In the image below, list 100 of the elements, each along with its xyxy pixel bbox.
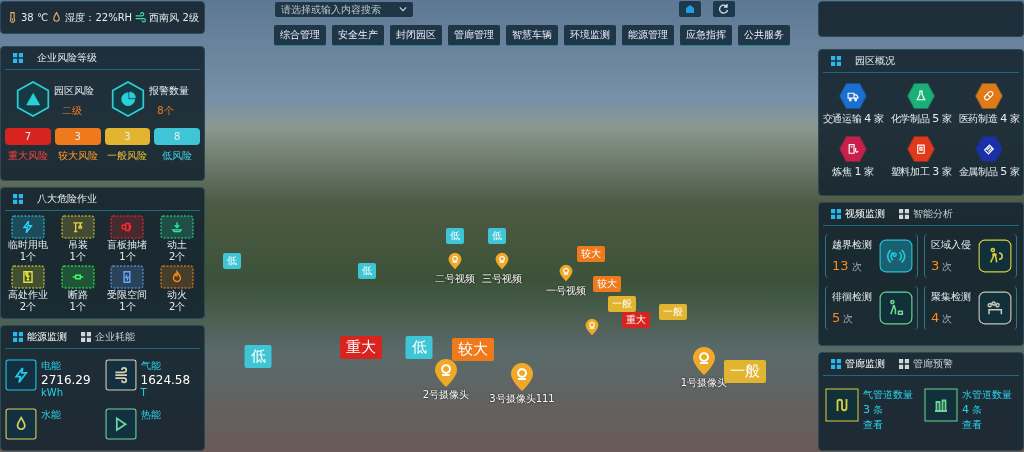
stat-label: 园区风险 (53, 84, 94, 99)
nav-button[interactable]: 安全生产 (331, 25, 384, 46)
earth-work-icon[interactable] (160, 214, 195, 239)
refresh-icon[interactable] (713, 1, 735, 17)
road-work-icon[interactable] (60, 264, 95, 289)
camera-label: 3号摄像头111 (489, 392, 555, 406)
energy-unit: T (140, 387, 148, 398)
camera-pin-icon[interactable] (495, 252, 509, 270)
panel-tab[interactable]: 能源监测 (13, 330, 67, 344)
weather-text: 西南风 2级 (149, 10, 199, 25)
camera-label: 三号视频 (482, 272, 522, 286)
grid-icon (899, 209, 909, 219)
nav-button[interactable]: 封闭园区 (389, 25, 442, 46)
crane-work-icon[interactable] (60, 214, 95, 239)
height-work-icon[interactable] (10, 264, 45, 289)
nav-button[interactable]: 管廊管理 (447, 25, 500, 46)
medicine-industry-icon (975, 83, 1003, 109)
pipe-label: 气管道数量 (863, 388, 913, 402)
risk-level-tag[interactable]: 重大 (622, 312, 650, 328)
stat-value: 二级 (60, 104, 83, 119)
hazard-label: 盲板抽堵 (107, 238, 148, 251)
industry-count: 金属制品 5 家 (958, 165, 1020, 179)
nav-button[interactable]: 能源管理 (621, 25, 674, 46)
view-link[interactable]: 查看 (863, 418, 913, 432)
fire-work-icon[interactable] (160, 264, 195, 289)
camera-pin-icon[interactable] (434, 358, 458, 388)
weather-text: 湿度：22%RH (65, 10, 133, 25)
risk-count-badge: 8 (154, 128, 200, 146)
detection-count: 3 次 (931, 258, 954, 274)
grid-icon (831, 209, 841, 219)
pipe-label: 水管道数量 (962, 388, 1012, 402)
electric-energy-icon (5, 359, 37, 391)
wind-icon (134, 11, 148, 25)
water-energy-icon (5, 408, 37, 440)
hazard-count: 1个 (69, 250, 86, 263)
hazard-count: 1个 (119, 300, 136, 313)
building-button-icon[interactable] (679, 1, 701, 17)
camera-pin-icon[interactable] (585, 318, 599, 336)
gas-energy-icon (104, 359, 137, 391)
nav-button[interactable]: 综合管理 (273, 25, 326, 46)
metal-industry-icon (975, 136, 1003, 162)
energy-value: 2716.29 (41, 373, 91, 387)
camera-label: 二号视频 (435, 272, 475, 286)
risk-level-label: 一般风险 (107, 149, 148, 164)
camera-pin-icon[interactable] (448, 252, 462, 270)
confined-work-icon[interactable] (110, 264, 145, 289)
industry-count: 塑料加工 3 家 (890, 165, 952, 179)
power-work-icon[interactable] (10, 214, 45, 239)
intrusion-detection-icon (978, 239, 1012, 273)
panel-tab[interactable]: 管廊监测 (831, 357, 885, 371)
hazard-count: 1个 (119, 250, 136, 263)
stat-value: 8个 (156, 104, 175, 119)
detection-label: 区域入侵 (931, 238, 971, 252)
energy-value: 1624.58 (140, 373, 191, 387)
grid-icon (899, 359, 909, 369)
camera-pin-icon[interactable] (559, 264, 573, 282)
camera-label: 一号视频 (546, 284, 586, 298)
industry-count: 医药制造 4 家 (958, 112, 1020, 126)
panel-tab[interactable]: 视频监测 (831, 207, 885, 221)
camera-label: 2号摄像头 (422, 388, 470, 402)
camera-pin-icon[interactable] (692, 346, 716, 376)
risk-count-badge: 7 (5, 128, 51, 146)
hazard-label: 高处作业 (7, 288, 48, 301)
nav-button[interactable]: 应急指挥 (679, 25, 732, 46)
risk-level-label: 重大风险 (7, 149, 48, 164)
energy-label: 热能 (140, 408, 161, 422)
hazard-label: 吊装 (67, 238, 88, 251)
blind-work-icon[interactable] (110, 214, 145, 239)
energy-label: 气能 (140, 359, 162, 373)
industry-count: 化学制品 5 家 (890, 112, 952, 126)
weather-text: 38 ℃ (21, 12, 49, 24)
pipe-count: 4 条 (962, 403, 984, 417)
nav-button[interactable]: 公共服务 (737, 25, 790, 46)
panel-tab[interactable]: 管廊预警 (899, 357, 953, 371)
hazard-count: 2个 (19, 300, 37, 313)
risk-count-badge: 3 (54, 128, 101, 146)
hazard-count: 2个 (168, 250, 186, 263)
hazard-label: 动火 (167, 288, 188, 301)
hazard-label: 动土 (167, 238, 188, 251)
nav-button[interactable]: 环境监测 (563, 25, 616, 46)
view-link[interactable]: 查看 (962, 418, 1012, 432)
panel-title: 八大危险作业 (37, 191, 97, 206)
risk-level-tag[interactable]: 重大 (340, 336, 382, 359)
gather-detection-icon (978, 291, 1012, 325)
industry-count: 炼焦 1 家 (832, 165, 874, 179)
hazard-label: 断路 (67, 288, 88, 301)
detection-label: 聚集检测 (931, 290, 971, 304)
panel-title: 企业风险等级 (37, 51, 97, 66)
grid-icon (831, 56, 841, 66)
panel-tab[interactable]: 企业耗能 (81, 330, 135, 344)
camera-pin-icon[interactable] (510, 362, 534, 392)
hazard-count: 1个 (69, 300, 86, 313)
hazard-count: 1个 (19, 250, 37, 263)
stat-label: 报警数量 (149, 84, 190, 99)
energy-unit: kWh (41, 387, 65, 398)
nav-button[interactable]: 智慧车辆 (505, 25, 558, 46)
panel-tab[interactable]: 智能分析 (899, 207, 953, 221)
detection-count: 4 次 (931, 310, 954, 326)
pipe-count: 3 条 (863, 403, 885, 417)
risk-level-label: 较大风险 (57, 149, 98, 164)
